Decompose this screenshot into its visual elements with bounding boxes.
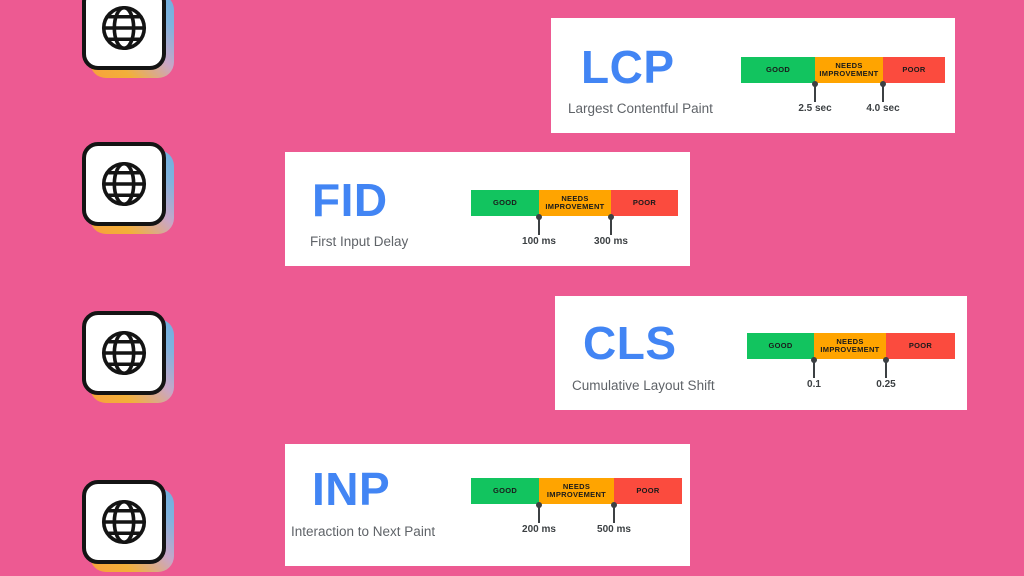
globe-icon (97, 326, 151, 380)
threshold-bar: GOOD NEEDS IMPROVEMENT POOR (471, 190, 678, 216)
bar-segment-good: GOOD (471, 478, 539, 504)
metric-full-name: Cumulative Layout Shift (572, 378, 715, 393)
globe-tile-2[interactable] (82, 142, 174, 234)
metric-full-name: Largest Contentful Paint (568, 101, 713, 116)
tile-face (82, 311, 166, 395)
tick-label-poor: 500 ms (597, 524, 631, 535)
tick-line (613, 505, 615, 523)
globe-tile-3[interactable] (82, 311, 174, 403)
tick-label-good: 200 ms (522, 524, 556, 535)
globe-tile-1[interactable] (82, 0, 174, 78)
bar-segment-ni-line2: IMPROVEMENT (820, 345, 880, 354)
metric-card-fid: FID First Input Delay GOOD NEEDS IMPROVE… (285, 152, 690, 266)
bar-segment-ni-line2: IMPROVEMENT (819, 69, 879, 78)
bar-segment-good: GOOD (471, 190, 539, 216)
globe-icon (97, 495, 151, 549)
globe-tile-4[interactable] (82, 480, 174, 572)
tile-face (82, 0, 166, 70)
metric-full-name: Interaction to Next Paint (291, 524, 436, 539)
bar-segment-poor: POOR (886, 333, 955, 359)
bar-segment-poor: POOR (614, 478, 682, 504)
tick-label-poor: 300 ms (594, 236, 628, 247)
metric-card-lcp: LCP Largest Contentful Paint GOOD NEEDS … (551, 18, 955, 133)
bar-segment-good: GOOD (741, 57, 815, 83)
tick-line (538, 505, 540, 523)
bar-segment-ni-line2: IMPROVEMENT (545, 202, 605, 211)
bar-segment-poor: POOR (611, 190, 678, 216)
metric-card-inp: INP Interaction to Next Paint GOOD NEEDS… (285, 444, 690, 566)
bar-segment-poor: POOR (883, 57, 945, 83)
tick-label-poor: 4.0 sec (866, 103, 900, 114)
threshold-bar: GOOD NEEDS IMPROVEMENT POOR (747, 333, 955, 359)
bar-segment-ni-line2: IMPROVEMENT (546, 490, 607, 499)
bar-segment-good: GOOD (747, 333, 814, 359)
tick-label-poor: 0.25 (876, 379, 896, 390)
tick-label-good: 0.1 (807, 379, 821, 390)
globe-icon (97, 157, 151, 211)
tick-label-good: 2.5 sec (798, 103, 832, 114)
tick-line (538, 217, 540, 235)
tile-face (82, 142, 166, 226)
globe-icon (97, 1, 151, 55)
metric-abbr: INP (312, 463, 391, 515)
bar-segment-needs-improvement: NEEDS IMPROVEMENT (539, 190, 611, 216)
bar-segment-needs-improvement: NEEDS IMPROVEMENT (539, 478, 614, 504)
tick-line (813, 360, 815, 378)
tick-line (610, 217, 612, 235)
tick-line (814, 84, 816, 102)
threshold-bar: GOOD NEEDS IMPROVEMENT POOR (471, 478, 682, 504)
metric-abbr: FID (312, 174, 388, 226)
threshold-bar: GOOD NEEDS IMPROVEMENT POOR (741, 57, 945, 83)
tick-line (885, 360, 887, 378)
tick-line (882, 84, 884, 102)
metric-abbr: LCP (581, 41, 675, 93)
metric-abbr: CLS (583, 317, 677, 369)
bar-segment-needs-improvement: NEEDS IMPROVEMENT (815, 57, 883, 83)
bar-segment-needs-improvement: NEEDS IMPROVEMENT (814, 333, 886, 359)
tick-label-good: 100 ms (522, 236, 556, 247)
metric-full-name: First Input Delay (310, 234, 409, 249)
metric-card-cls: CLS Cumulative Layout Shift GOOD NEEDS I… (555, 296, 967, 410)
tile-face (82, 480, 166, 564)
